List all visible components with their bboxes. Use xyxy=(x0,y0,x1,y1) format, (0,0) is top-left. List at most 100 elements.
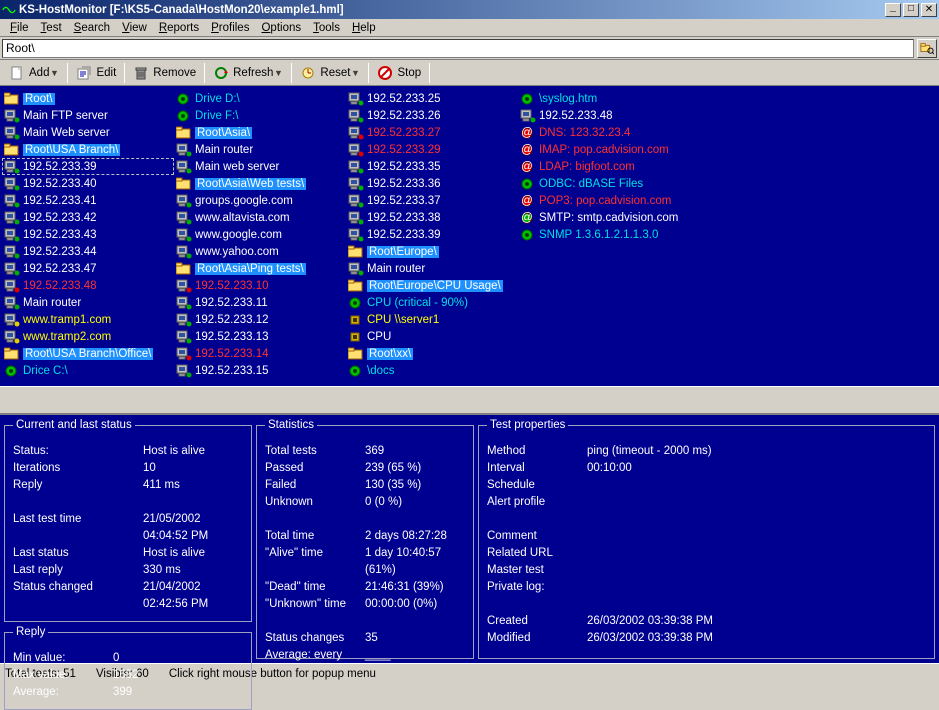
folder-item[interactable]: Root\xx\ xyxy=(346,345,518,362)
test-item[interactable]: Main Web server xyxy=(2,124,174,141)
test-item[interactable]: CPU xyxy=(346,328,518,345)
host-icon xyxy=(176,194,192,208)
menu-profiles[interactable]: Profiles xyxy=(205,21,255,35)
dropdown-icon[interactable]: ▼ xyxy=(49,68,59,78)
test-item[interactable]: SNMP 1.3.6.1.2.1.1.3.0 xyxy=(518,226,690,243)
menu-options[interactable]: Options xyxy=(255,21,307,35)
svc-icon: @ xyxy=(520,211,536,225)
test-item[interactable]: 192.52.233.39 xyxy=(346,226,518,243)
menu-tools[interactable]: Tools xyxy=(307,21,346,35)
test-item[interactable]: 192.52.233.42 xyxy=(2,209,174,226)
test-item[interactable]: Main web server xyxy=(174,158,346,175)
test-item[interactable]: 192.52.233.15 xyxy=(174,362,346,379)
test-item[interactable]: 192.52.233.27 xyxy=(346,124,518,141)
item-label: Root\Asia\Web tests\ xyxy=(195,178,306,190)
test-item[interactable]: Main router xyxy=(346,260,518,277)
test-item[interactable]: 192.52.233.29 xyxy=(346,141,518,158)
test-item[interactable]: 192.52.233.14 xyxy=(174,345,346,362)
test-item[interactable]: ODBC: dBASE Files xyxy=(518,175,690,192)
item-label: 192.52.233.13 xyxy=(195,331,269,343)
test-item[interactable]: 192.52.233.48 xyxy=(518,107,690,124)
test-item[interactable]: \docs xyxy=(346,362,518,379)
test-item[interactable]: 192.52.233.12 xyxy=(174,311,346,328)
info-row: Reply411 ms xyxy=(13,477,243,494)
folder-item[interactable]: Root\Asia\Ping tests\ xyxy=(174,260,346,277)
menu-help[interactable]: Help xyxy=(346,21,382,35)
close-button[interactable]: ✕ xyxy=(921,3,937,17)
dropdown-icon[interactable]: ▼ xyxy=(273,68,283,78)
test-item[interactable]: 192.52.233.44 xyxy=(2,243,174,260)
edit-button[interactable]: Edit xyxy=(70,62,122,84)
test-item[interactable]: www.google.com xyxy=(174,226,346,243)
test-item[interactable]: 192.52.233.37 xyxy=(346,192,518,209)
test-item[interactable]: 192.52.233.26 xyxy=(346,107,518,124)
test-item[interactable]: @IMAP: pop.cadvision.com xyxy=(518,141,690,158)
test-item[interactable]: @LDAP: bigfoot.com xyxy=(518,158,690,175)
test-item[interactable]: 192.52.233.43 xyxy=(2,226,174,243)
add-button[interactable]: Add ▼ xyxy=(3,62,65,84)
info-row: Status changed21/04/2002 02:42:56 PM xyxy=(13,579,243,613)
test-item[interactable]: 192.52.233.10 xyxy=(174,277,346,294)
test-item[interactable]: @DNS: 123.32.23.4 xyxy=(518,124,690,141)
remove-button[interactable]: Remove xyxy=(127,62,202,84)
test-item[interactable]: Main router xyxy=(174,141,346,158)
menu-file[interactable]: File xyxy=(4,21,35,35)
folder-item[interactable]: Root\Europe\ xyxy=(346,243,518,260)
test-item[interactable]: Main FTP server xyxy=(2,107,174,124)
test-item[interactable]: 192.52.233.25 xyxy=(346,90,518,107)
test-item[interactable]: CPU (critical - 90%) xyxy=(346,294,518,311)
test-item[interactable]: Main router xyxy=(2,294,174,311)
host-icon xyxy=(176,313,192,327)
menu-reports[interactable]: Reports xyxy=(153,21,205,35)
folder-item[interactable]: Root\USA Branch\ xyxy=(2,141,174,158)
test-item[interactable]: www.altavista.com xyxy=(174,209,346,226)
folder-item[interactable]: Root\Asia\ xyxy=(174,124,346,141)
splitter[interactable] xyxy=(0,386,939,413)
test-item[interactable]: 192.52.233.40 xyxy=(2,175,174,192)
item-label: Root\Europe\CPU Usage\ xyxy=(367,280,503,292)
menu-test[interactable]: Test xyxy=(35,21,68,35)
folder-item[interactable]: Root\Asia\Web tests\ xyxy=(174,175,346,192)
info-row: Created26/03/2002 03:39:38 PM xyxy=(487,613,926,630)
folder-item[interactable]: Root\ xyxy=(2,90,174,107)
menu-search[interactable]: Search xyxy=(68,21,116,35)
test-item[interactable]: CPU \\server1 xyxy=(346,311,518,328)
test-item[interactable]: Drive D:\ xyxy=(174,90,346,107)
test-item[interactable]: 192.52.233.13 xyxy=(174,328,346,345)
test-item[interactable]: 192.52.233.48 xyxy=(2,277,174,294)
minimize-button[interactable]: _ xyxy=(885,3,901,17)
refresh-button[interactable]: Refresh ▼ xyxy=(207,62,289,84)
folder-item[interactable]: Root\USA Branch\Office\ xyxy=(2,345,174,362)
host-icon xyxy=(348,177,364,191)
test-item[interactable]: 192.52.233.39 xyxy=(2,158,174,175)
stop-button[interactable]: Stop xyxy=(371,62,427,84)
folder-icon xyxy=(348,245,364,259)
test-item[interactable]: www.tramp1.com xyxy=(2,311,174,328)
test-item[interactable]: Drive F:\ xyxy=(174,107,346,124)
address-browse-button[interactable] xyxy=(917,39,937,58)
reset-button[interactable]: Reset ▼ xyxy=(294,62,366,84)
test-item[interactable]: 192.52.233.11 xyxy=(174,294,346,311)
test-item[interactable]: www.yahoo.com xyxy=(174,243,346,260)
test-item[interactable]: @SMTP: smtp.cadvision.com xyxy=(518,209,690,226)
test-item[interactable]: \syslog.htm xyxy=(518,90,690,107)
test-item[interactable]: 192.52.233.36 xyxy=(346,175,518,192)
address-input[interactable] xyxy=(2,39,914,58)
test-item[interactable]: 192.52.233.35 xyxy=(346,158,518,175)
test-list[interactable]: Root\Main FTP serverMain Web serverRoot\… xyxy=(0,86,939,386)
menu-view[interactable]: View xyxy=(116,21,153,35)
test-item[interactable]: www.tramp2.com xyxy=(2,328,174,345)
test-item[interactable]: @POP3: pop.cadvision.com xyxy=(518,192,690,209)
dropdown-icon[interactable]: ▼ xyxy=(350,68,360,78)
folder-item[interactable]: Root\Europe\CPU Usage\ xyxy=(346,277,518,294)
test-item[interactable]: 192.52.233.41 xyxy=(2,192,174,209)
test-item[interactable]: Drice C:\ xyxy=(2,362,174,379)
maximize-button[interactable]: □ xyxy=(903,3,919,17)
item-label: 192.52.233.37 xyxy=(367,195,441,207)
info-row: Interval00:10:00 xyxy=(487,460,926,477)
reset-icon xyxy=(300,65,316,81)
test-item[interactable]: 192.52.233.47 xyxy=(2,260,174,277)
info-label: Last test time xyxy=(13,511,143,545)
test-item[interactable]: groups.google.com xyxy=(174,192,346,209)
test-item[interactable]: 192.52.233.38 xyxy=(346,209,518,226)
